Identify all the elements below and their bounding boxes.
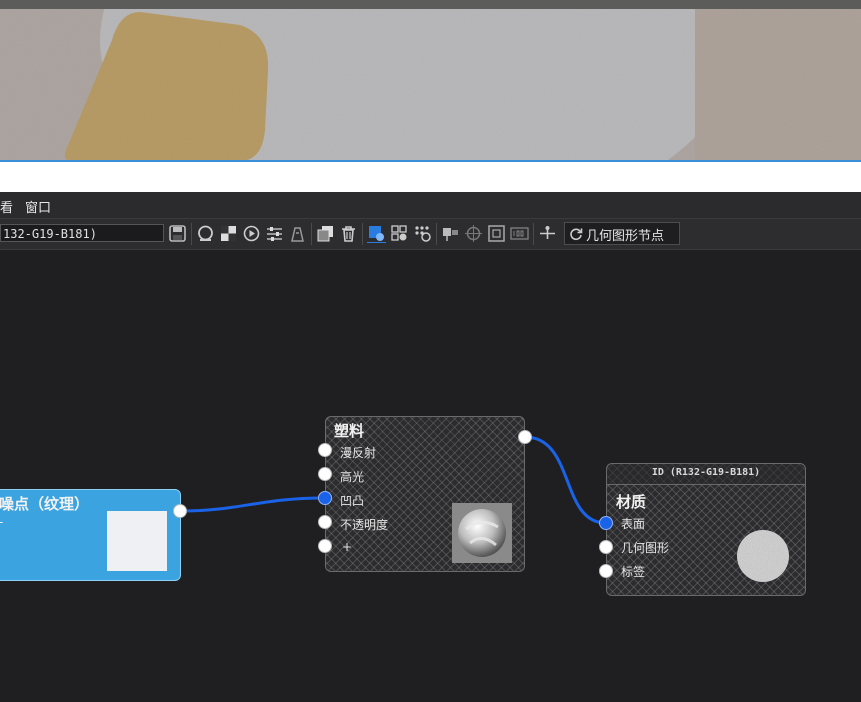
noise-node-sub-label: - (0, 515, 3, 529)
plastic-port-opacity[interactable] (318, 515, 332, 529)
port-label-surface: 表面 (621, 517, 646, 531)
port-label-specular: 高光 (340, 470, 365, 484)
node-grid-icon[interactable] (390, 224, 409, 243)
frame-all-icon[interactable] (487, 224, 506, 243)
noise-texture-thumbnail (107, 511, 167, 571)
spacer (0, 162, 861, 192)
sliders-settings-icon[interactable] (265, 224, 284, 243)
port-label-opacity: 不透明度 (340, 518, 389, 532)
separator (362, 223, 363, 245)
node-view-icon[interactable] (367, 224, 386, 243)
delete-icon[interactable] (339, 224, 358, 243)
material-name-field[interactable]: 132-G19-B181) (0, 224, 164, 242)
separator (191, 223, 192, 245)
port-label-add: + (342, 540, 353, 554)
play-update-icon[interactable] (242, 224, 261, 243)
menu-view[interactable]: 看 (0, 197, 13, 216)
noise-texture-node[interactable]: 噪点（纹理） - (0, 489, 181, 581)
menu-bar: 看 窗口 (0, 192, 861, 218)
geometry-nodes-label: 几何图形节点 (586, 229, 665, 244)
checker-background-icon[interactable] (219, 224, 238, 243)
save-icon[interactable] (168, 224, 187, 243)
port-label-diffuse: 漫反射 (340, 446, 377, 460)
geometry-nodes-button[interactable]: 几何图形节点 (564, 222, 680, 245)
node-canvas[interactable]: 噪点（纹理） - 塑料 漫反射 高光 凹凸 不透明度 + ID (R132-G1… (0, 249, 861, 702)
link-noise-to-bump (180, 496, 325, 513)
copy-icon[interactable] (316, 224, 335, 243)
material-port-surface[interactable] (599, 516, 613, 530)
plastic-port-specular[interactable] (318, 467, 332, 481)
plastic-port-diffuse[interactable] (318, 443, 332, 457)
plastic-material-thumbnail (452, 503, 512, 563)
plastic-port-bump[interactable] (318, 491, 332, 505)
port-label-geometry: 几何图形 (621, 541, 670, 555)
separator (436, 223, 437, 245)
separator (311, 223, 312, 245)
material-node-header: ID (R132-G19-B181) (607, 464, 805, 485)
port-label-tags: 标签 (621, 565, 646, 579)
material-port-geometry[interactable] (599, 540, 613, 554)
noise-node-title: 噪点（纹理） (0, 495, 90, 513)
zoom-100-icon[interactable] (510, 224, 529, 243)
link-plastic-to-surface (524, 435, 607, 525)
port-label-bump: 凹凸 (340, 494, 365, 508)
pick-material-icon[interactable] (288, 224, 307, 243)
focus-icon[interactable] (464, 224, 483, 243)
node-dots-icon[interactable] (413, 224, 432, 243)
material-id-label: ID (R132-G19-B181) (651, 467, 761, 478)
preview-top-bar (0, 0, 861, 9)
material-preview (0, 0, 861, 161)
separator (533, 223, 534, 245)
toolbar: 132-G19-B181) 几何图形节点 (0, 218, 861, 250)
plastic-output-port[interactable] (518, 430, 532, 444)
noise-output-port[interactable] (173, 504, 187, 518)
material-node[interactable]: ID (R132-G19-B181) 材质 表面 几何图形 标签 (606, 463, 806, 596)
material-node-title: 材质 (616, 493, 647, 511)
material-port-tags[interactable] (599, 564, 613, 578)
menu-window[interactable]: 窗口 (25, 197, 51, 216)
refresh-icon (570, 228, 583, 241)
material-sphere-thumbnail (737, 530, 789, 582)
plastic-node[interactable]: 塑料 漫反射 高光 凹凸 不透明度 + (325, 416, 525, 572)
plastic-port-add[interactable] (318, 539, 332, 553)
align-icon[interactable] (441, 224, 460, 243)
layout-tree-icon[interactable] (538, 224, 557, 243)
plastic-node-title: 塑料 (334, 422, 365, 440)
preview-image (0, 0, 861, 161)
sphere-preview-icon[interactable] (196, 224, 215, 243)
